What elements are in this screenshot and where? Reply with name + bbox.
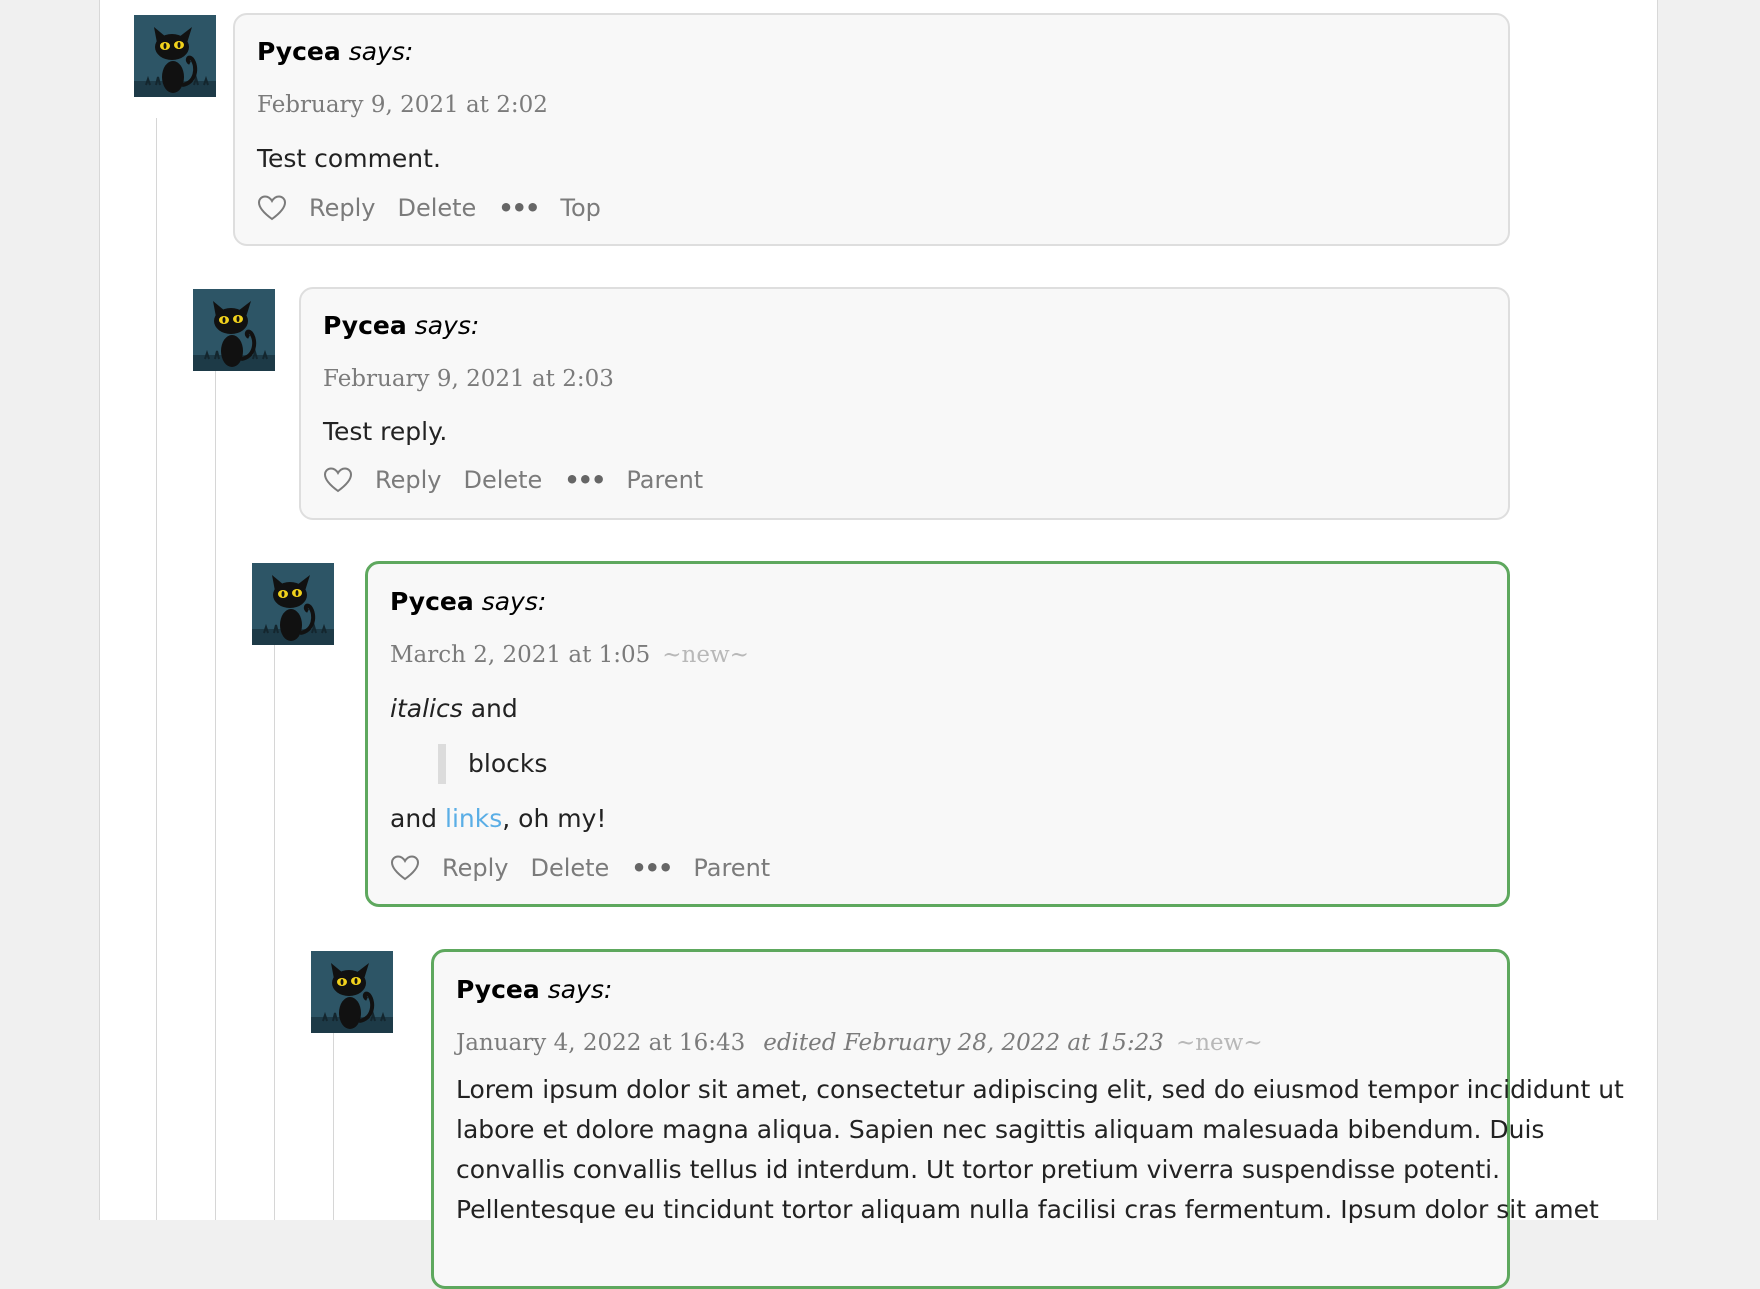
comment-body-line: and links, oh my! [390,804,606,833]
reply-button[interactable]: Reply [442,854,508,882]
cat-avatar-icon [252,563,334,645]
parent-link[interactable]: Parent [693,854,770,882]
comment-card-new: Pycea says: March 2, 2021 at 1:05 ~new~ i… [365,561,1510,907]
comment-actions: Reply Delete ••• Parent [390,854,792,882]
cat-avatar-icon [311,951,393,1033]
avatar[interactable] [193,289,275,371]
comment-date[interactable]: February 9, 2021 at 2:03 [323,366,614,392]
comment-card-new: Pycea says: January 4, 2022 at 16:43 edit… [431,949,1624,1289]
thread-line [274,605,275,1220]
more-options-icon[interactable]: ••• [498,194,540,222]
comment-date[interactable]: March 2, 2021 at 1:05 ~new~ [390,642,749,668]
comment-body: Test comment. [257,144,441,173]
cat-avatar-icon [134,15,216,97]
new-tag: ~new~ [662,642,749,668]
cat-avatar-icon [193,289,275,371]
comment-body: Test reply. [323,417,448,446]
heart-icon[interactable] [257,194,287,222]
comments-page: Pycea says: February 9, 2021 at 2:02 Tes… [99,0,1658,1289]
comment-date-text[interactable]: March 2, 2021 at 1:05 [390,642,650,668]
more-options-icon[interactable]: ••• [564,466,606,494]
avatar[interactable] [252,563,334,645]
body-text: and [470,694,518,723]
comment-author[interactable]: Pycea [456,975,540,1004]
delete-button[interactable]: Delete [530,854,609,882]
comment-actions: Reply Delete ••• Top [257,194,623,222]
comment-body: Lorem ipsum dolor sit amet, consectetur … [456,1075,1624,1224]
comment-date[interactable]: January 4, 2022 at 16:43 edited February … [456,1030,1263,1056]
reply-button[interactable]: Reply [375,466,441,494]
says-label: says: [414,311,480,340]
edited-note: edited February 28, 2022 at 15:23 [763,1030,1164,1056]
comment-date[interactable]: February 9, 2021 at 2:02 [257,92,548,118]
avatar[interactable] [311,951,393,1033]
comment-author-line: Pycea says: [456,975,612,1004]
parent-link[interactable]: Parent [626,466,703,494]
thread-line [156,118,157,1220]
body-text: and [390,804,438,833]
comment-author-line: Pycea says: [257,37,413,66]
comment-actions: Reply Delete ••• Parent [323,466,725,494]
comment-card: Pycea says: February 9, 2021 at 2:03 Tes… [299,287,1510,520]
says-label: says: [348,37,414,66]
more-options-icon[interactable]: ••• [631,854,673,882]
comment-author-line: Pycea says: [390,587,546,616]
new-tag: ~new~ [1175,1030,1263,1056]
top-link[interactable]: Top [560,194,601,222]
comment-date-text[interactable]: January 4, 2022 at 16:43 [456,1030,745,1056]
blockquote: blocks [438,744,547,784]
italic-text: italics [390,694,463,723]
comment-date-text[interactable]: February 9, 2021 at 2:03 [323,366,614,392]
comment-date-text[interactable]: February 9, 2021 at 2:02 [257,92,548,118]
comment-card: Pycea says: February 9, 2021 at 2:02 Tes… [233,13,1510,246]
says-label: says: [481,587,547,616]
body-link[interactable]: links [445,804,502,833]
heart-icon[interactable] [390,854,420,882]
avatar[interactable] [134,15,216,97]
body-text: , oh my! [502,804,607,833]
comment-author[interactable]: Pycea [390,587,474,616]
comment-author[interactable]: Pycea [323,311,407,340]
comment-body-line: italics and [390,694,518,723]
comment-author[interactable]: Pycea [257,37,341,66]
delete-button[interactable]: Delete [463,466,542,494]
thread-line [215,362,216,1220]
comment-author-line: Pycea says: [323,311,479,340]
says-label: says: [547,975,613,1004]
delete-button[interactable]: Delete [397,194,476,222]
reply-button[interactable]: Reply [309,194,375,222]
heart-icon[interactable] [323,466,353,494]
